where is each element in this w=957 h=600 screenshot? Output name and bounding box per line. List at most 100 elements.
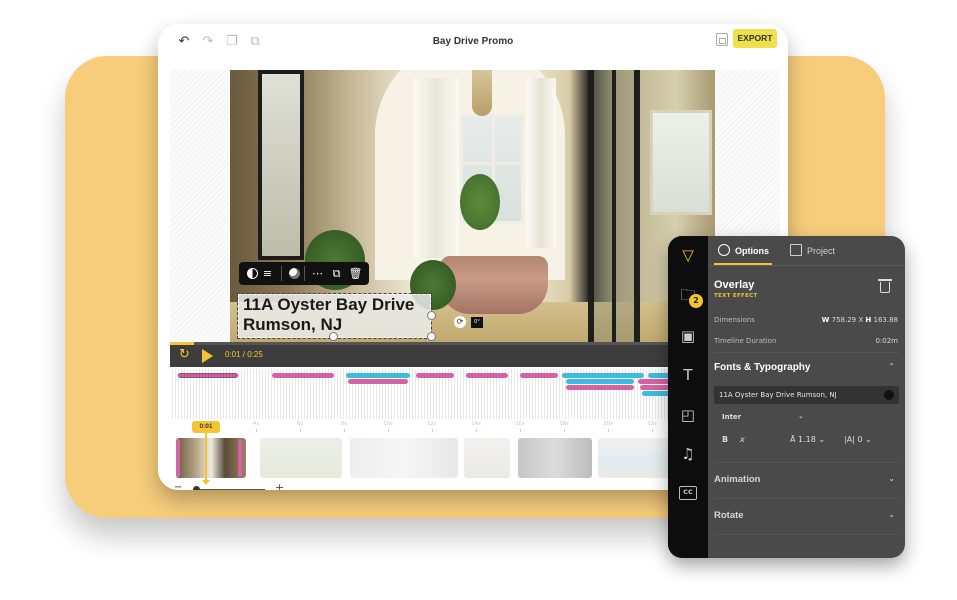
zoom-out-button[interactable]: −	[174, 482, 182, 490]
trim-handle-left[interactable]	[176, 439, 180, 477]
line-height-value: 1.18	[798, 435, 816, 444]
scene-thumbnail[interactable]	[350, 438, 458, 478]
letter-spacing-value: 0	[857, 435, 863, 444]
chevron-down-icon[interactable]: ⌄	[888, 510, 895, 519]
film-strip-icon[interactable]: ▽	[677, 244, 699, 266]
track-clip[interactable]	[520, 373, 558, 378]
options-panel: ▽ 🗀 2 ▣ T ◰ ♫ CC Options Project Overlay…	[668, 236, 905, 558]
divider	[714, 462, 899, 463]
width-label: W	[821, 316, 830, 324]
rotation-angle-badge: 0°	[471, 317, 483, 328]
height-value: 163.88	[873, 316, 899, 324]
music-icon[interactable]: ♫	[677, 443, 699, 465]
bold-button[interactable]: B	[722, 435, 728, 444]
scene-thumbnail[interactable]	[176, 438, 246, 478]
ruler-tick-label: 12s	[427, 421, 437, 427]
scene-thumbnail[interactable]	[464, 438, 510, 478]
trim-handle-right[interactable]	[238, 439, 242, 477]
text-tool-icon[interactable]: T	[677, 364, 699, 386]
trash-icon[interactable]	[878, 279, 892, 293]
shapes-icon[interactable]: ◰	[677, 404, 699, 426]
rotate-handle-icon[interactable]: ⟳	[454, 316, 466, 328]
resize-handle[interactable]	[427, 332, 436, 341]
photo-curtain-left	[413, 78, 459, 258]
scene-thumbnail[interactable]	[260, 438, 342, 478]
resize-handle[interactable]	[427, 311, 436, 320]
line-height-icon: Ā	[790, 435, 799, 444]
loop-icon[interactable]: ↻	[179, 348, 193, 362]
animation-header[interactable]: Animation	[714, 474, 760, 485]
playhead-time-label[interactable]: 0:01	[192, 421, 220, 433]
section-subtitle: TEXT EFFECT	[714, 293, 758, 299]
track-clip[interactable]	[566, 385, 634, 390]
duration-label: Timeline Duration	[714, 337, 777, 345]
divider	[714, 498, 899, 499]
playhead-line[interactable]	[205, 433, 207, 483]
blend-icon[interactable]	[289, 268, 300, 279]
ruler-tick-label: 14s	[471, 421, 481, 427]
overlay-text-line1: 11A Oyster Bay Drive	[243, 295, 415, 314]
active-tab-indicator	[714, 263, 772, 265]
scene-thumbnail[interactable]	[518, 438, 592, 478]
contrast-icon[interactable]	[247, 268, 258, 279]
save-icon[interactable]	[716, 33, 728, 46]
more-icon[interactable]: ⋯	[310, 266, 325, 281]
ruler-tick-label: 22s	[647, 421, 657, 427]
track-clip[interactable]	[272, 373, 334, 378]
chevron-down-icon[interactable]: ⌄	[798, 412, 804, 420]
ruler-tick-label: 6s	[296, 421, 304, 427]
dimensions-value: W 758.29 X H 163.88	[822, 316, 898, 324]
zoom-in-button[interactable]: +	[275, 481, 284, 490]
dimensions-label: Dimensions	[714, 316, 755, 324]
ruler-tick-mark	[388, 429, 389, 432]
line-height-control[interactable]: Ā 1.18 ⌄	[790, 435, 825, 444]
photo-plant	[460, 174, 500, 230]
photo-bathtub	[440, 256, 548, 314]
track-clip[interactable]	[178, 373, 238, 378]
ruler-tick-label: 16s	[515, 421, 525, 427]
ruler-tick-mark	[652, 429, 653, 432]
play-icon[interactable]	[202, 349, 213, 363]
ruler-tick-mark	[432, 429, 433, 432]
align-icon[interactable]: ≡	[260, 266, 275, 281]
captions-icon[interactable]: CC	[679, 486, 697, 500]
track-clip[interactable]	[562, 373, 644, 378]
rotate-header[interactable]: Rotate	[714, 510, 744, 521]
duration-value: 0:02m	[875, 337, 898, 345]
dimension-separator: X	[858, 316, 864, 324]
track-clip[interactable]	[566, 379, 634, 384]
tool-rail: ▽ 🗀 2 ▣ T ◰ ♫ CC	[668, 236, 708, 558]
fonts-typography-header[interactable]: Fonts & Typography	[714, 362, 810, 373]
track-clip[interactable]	[466, 373, 508, 378]
clear-format-icon[interactable]: 𝘹	[740, 435, 745, 444]
zoom-slider[interactable]	[195, 489, 265, 490]
playhead-arrow-icon	[202, 480, 210, 485]
letter-spacing-control[interactable]: |A| 0 ⌄	[844, 435, 872, 444]
font-family-select[interactable]: Inter	[722, 413, 741, 421]
photo-mirror	[258, 70, 304, 260]
export-button[interactable]: EXPORT	[733, 29, 777, 48]
tab-project[interactable]: Project	[790, 244, 835, 256]
tab-options[interactable]: Options	[718, 244, 769, 256]
ruler-tick-mark	[564, 429, 565, 432]
ruler-tick-label: 20s	[603, 421, 613, 427]
zoom-slider-knob[interactable]	[193, 486, 200, 490]
photo-curtain-right	[526, 78, 556, 248]
media-library-icon[interactable]: ▣	[677, 325, 699, 347]
duplicate-icon[interactable]: ⧉	[329, 266, 344, 281]
ruler-tick-mark	[520, 429, 521, 432]
chevron-down-icon[interactable]: ⌄	[888, 474, 895, 483]
chevron-up-icon[interactable]: ⌃	[888, 362, 895, 371]
track-clip[interactable]	[416, 373, 454, 378]
track-clip[interactable]	[348, 379, 408, 384]
delete-icon[interactable]: 🗑	[348, 266, 363, 281]
ruler-tick-label: 4s	[252, 421, 260, 427]
track-clip[interactable]	[346, 373, 410, 378]
text-color-swatch[interactable]	[884, 390, 894, 400]
overlay-text-input[interactable]: 11A Oyster Bay Drive Rumson, NJ	[714, 386, 899, 404]
tab-project-label: Project	[807, 246, 836, 256]
tab-options-label: Options	[735, 246, 769, 256]
ruler-tick-mark	[344, 429, 345, 432]
resize-handle[interactable]	[329, 332, 338, 341]
toolbar-divider	[304, 266, 305, 281]
